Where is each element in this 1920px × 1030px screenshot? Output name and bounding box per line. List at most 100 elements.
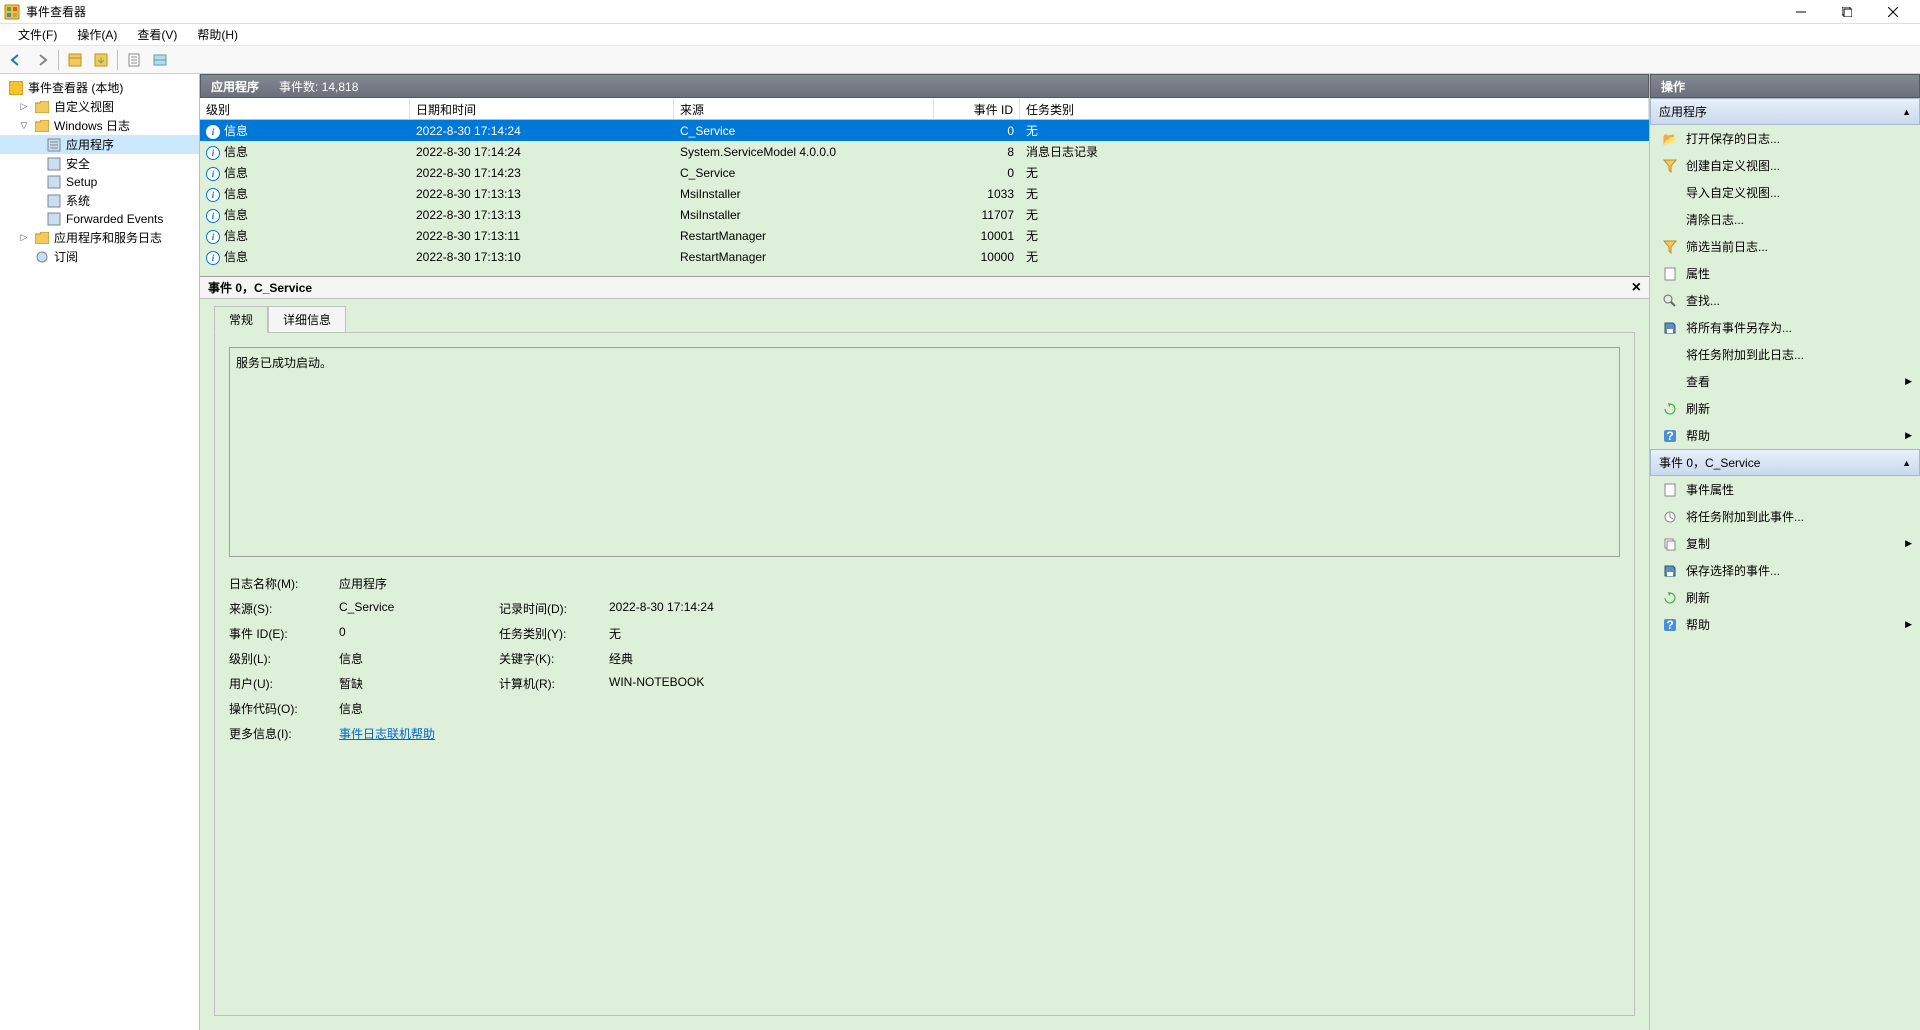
tree-label: 应用程序: [66, 136, 114, 153]
action-refresh-event[interactable]: 刷新: [1650, 584, 1920, 611]
event-row[interactable]: i信息2022-8-30 17:13:13MsiInstaller11707无: [200, 204, 1649, 225]
preview-button[interactable]: [148, 48, 172, 72]
column-datetime[interactable]: 日期和时间: [410, 98, 674, 119]
column-event-id[interactable]: 事件 ID: [934, 98, 1020, 119]
event-row[interactable]: i信息2022-8-30 17:14:23C_Service0无: [200, 162, 1649, 183]
section-label: 事件 0，C_Service: [1659, 454, 1760, 471]
action-open-saved-log[interactable]: 📂打开保存的日志...: [1650, 125, 1920, 152]
back-button[interactable]: [4, 48, 28, 72]
action-save-all-events[interactable]: 将所有事件另存为...: [1650, 314, 1920, 341]
event-row[interactable]: i信息2022-8-30 17:13:13MsiInstaller1033无: [200, 183, 1649, 204]
minimize-button[interactable]: [1778, 0, 1824, 24]
label-logged: 记录时间(D):: [499, 600, 609, 617]
expand-icon[interactable]: ▷: [18, 232, 30, 244]
tree-label: 订阅: [54, 248, 78, 265]
collapse-icon[interactable]: ▽: [18, 120, 30, 132]
action-copy[interactable]: 复制▶: [1650, 530, 1920, 557]
eventviewer-icon: [8, 80, 24, 96]
log-icon: [46, 211, 62, 227]
action-create-custom-view[interactable]: 创建自定义视图...: [1650, 152, 1920, 179]
value-event-id: 0: [339, 625, 499, 642]
expand-icon[interactable]: ▷: [18, 101, 30, 113]
tree-custom-views[interactable]: ▷ 自定义视图: [0, 97, 199, 116]
action-event-properties[interactable]: 事件属性: [1650, 476, 1920, 503]
link-more-info[interactable]: 事件日志联机帮助: [339, 727, 435, 741]
action-help-event[interactable]: ?帮助▶: [1650, 611, 1920, 638]
actions-section-application[interactable]: 应用程序 ▲: [1650, 98, 1920, 125]
event-row[interactable]: i信息2022-8-30 17:14:24System.ServiceModel…: [200, 141, 1649, 162]
action-clear-log[interactable]: 清除日志...: [1650, 206, 1920, 233]
save-icon: [1662, 563, 1678, 579]
info-icon: i: [206, 146, 220, 160]
properties-button[interactable]: [122, 48, 146, 72]
close-button[interactable]: [1870, 0, 1916, 24]
forward-button[interactable]: [30, 48, 54, 72]
folder-open-icon: 📂: [1662, 131, 1678, 147]
label-more-info: 更多信息(I):: [229, 725, 339, 742]
column-level[interactable]: 级别: [200, 98, 410, 119]
info-icon: i: [206, 188, 220, 202]
detail-message: 服务已成功启动。: [229, 347, 1620, 557]
filter-icon: [1662, 239, 1678, 255]
log-title: 应用程序: [211, 78, 259, 95]
action-attach-task-event[interactable]: 将任务附加到此事件...: [1650, 503, 1920, 530]
section-label: 应用程序: [1659, 103, 1707, 120]
tree-subscriptions[interactable]: 订阅: [0, 247, 199, 266]
grid-body[interactable]: i信息2022-8-30 17:14:24C_Service0无i信息2022-…: [200, 120, 1649, 267]
tree-application[interactable]: 应用程序: [0, 135, 199, 154]
column-task[interactable]: 任务类别: [1020, 98, 1649, 119]
export-button[interactable]: [89, 48, 113, 72]
menu-action[interactable]: 操作(A): [67, 24, 127, 45]
tree-app-service-logs[interactable]: ▷ 应用程序和服务日志: [0, 228, 199, 247]
value-logged: 2022-8-30 17:14:24: [609, 600, 1620, 617]
menu-help[interactable]: 帮助(H): [187, 24, 248, 45]
action-attach-task-log[interactable]: 将任务附加到此日志...: [1650, 341, 1920, 368]
menu-view[interactable]: 查看(V): [127, 24, 187, 45]
action-help[interactable]: ?帮助▶: [1650, 422, 1920, 449]
tab-general[interactable]: 常规: [214, 306, 268, 333]
chevron-right-icon: ▶: [1905, 376, 1912, 387]
detail-header: 事件 0，C_Service ×: [200, 277, 1649, 299]
tree-setup[interactable]: Setup: [0, 173, 199, 191]
action-find[interactable]: 查找...: [1650, 287, 1920, 314]
blank-icon: [1662, 212, 1678, 228]
folder-icon: [34, 118, 50, 134]
log-icon: [46, 193, 62, 209]
info-icon: i: [206, 251, 220, 265]
properties-icon: [1662, 266, 1678, 282]
value-computer: WIN-NOTEBOOK: [609, 675, 1620, 692]
menu-file[interactable]: 文件(F): [8, 24, 67, 45]
action-refresh[interactable]: 刷新: [1650, 395, 1920, 422]
label-user: 用户(U):: [229, 675, 339, 692]
event-row[interactable]: i信息2022-8-30 17:13:10RestartManager10000…: [200, 246, 1649, 267]
tree-forwarded[interactable]: Forwarded Events: [0, 210, 199, 228]
maximize-button[interactable]: [1824, 0, 1870, 24]
actions-section-event[interactable]: 事件 0，C_Service ▲: [1650, 449, 1920, 476]
close-icon[interactable]: ×: [1632, 279, 1641, 297]
collapse-icon: ▲: [1902, 458, 1911, 468]
help-icon: ?: [1662, 617, 1678, 633]
tree-root[interactable]: 事件查看器 (本地): [0, 78, 199, 97]
tree-security[interactable]: 安全: [0, 154, 199, 173]
action-save-selected[interactable]: 保存选择的事件...: [1650, 557, 1920, 584]
show-tree-button[interactable]: [63, 48, 87, 72]
tab-details[interactable]: 详细信息: [268, 306, 346, 333]
folder-icon: [34, 230, 50, 246]
actions-body: 应用程序 ▲ 📂打开保存的日志... 创建自定义视图... 导入自定义视图...…: [1650, 98, 1920, 1030]
value-level: 信息: [339, 650, 499, 667]
event-row[interactable]: i信息2022-8-30 17:14:24C_Service0无: [200, 120, 1649, 141]
tree-system[interactable]: 系统: [0, 191, 199, 210]
action-properties[interactable]: 属性: [1650, 260, 1920, 287]
toolbar-separator: [58, 50, 59, 70]
properties-icon: [1662, 482, 1678, 498]
event-row[interactable]: i信息2022-8-30 17:13:11RestartManager10001…: [200, 225, 1649, 246]
copy-icon: [1662, 536, 1678, 552]
detail-content: 服务已成功启动。 日志名称(M): 应用程序 来源(S): C_Service …: [214, 332, 1635, 1016]
detail-title: 事件 0，C_Service: [208, 279, 312, 296]
action-view[interactable]: 查看▶: [1650, 368, 1920, 395]
column-source[interactable]: 来源: [674, 98, 934, 119]
log-icon: [46, 156, 62, 172]
action-import-custom-view[interactable]: 导入自定义视图...: [1650, 179, 1920, 206]
action-filter-log[interactable]: 筛选当前日志...: [1650, 233, 1920, 260]
tree-windows-logs[interactable]: ▽ Windows 日志: [0, 116, 199, 135]
